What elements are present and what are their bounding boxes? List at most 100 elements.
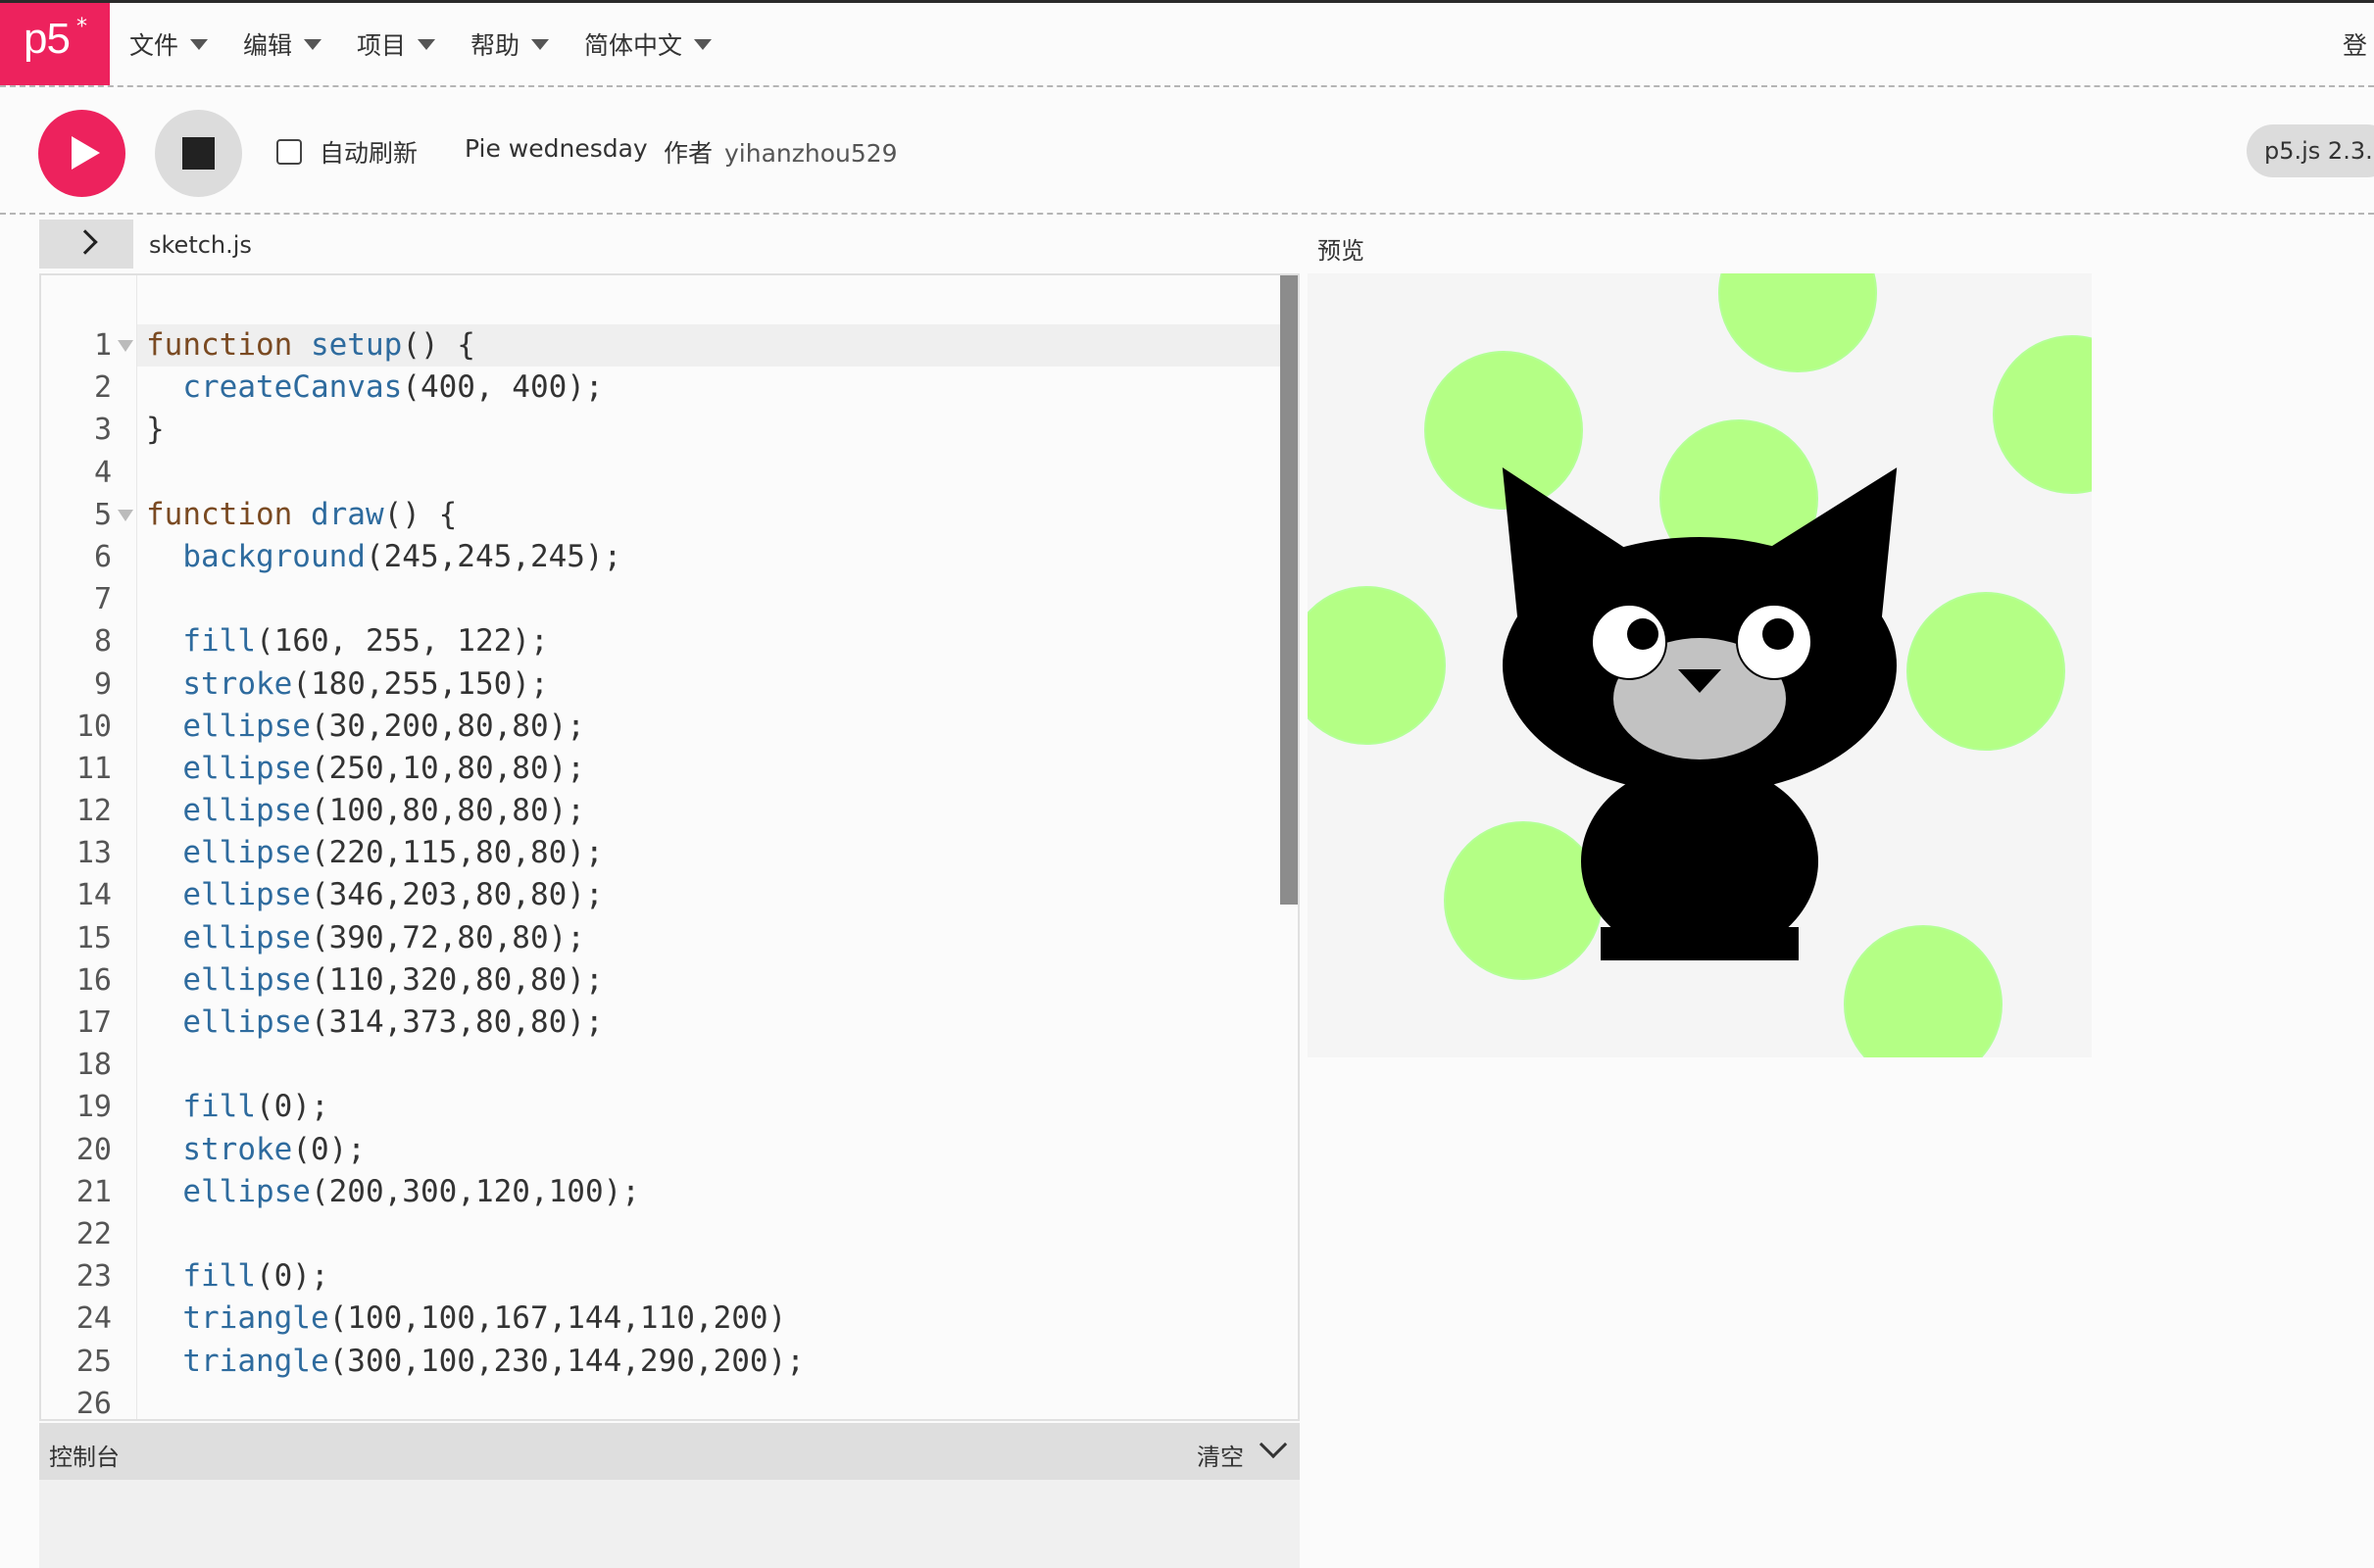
author-prefix: 作者	[664, 139, 714, 168]
code-line[interactable]: 10 ellipse(30,200,80,80);	[41, 706, 1286, 748]
code-text: ellipse(314,373,80,80);	[182, 1004, 604, 1040]
cat-right-pupil	[1762, 618, 1794, 650]
line-number: 18	[75, 1048, 112, 1083]
sketch-name[interactable]: Pie wednesday	[465, 134, 648, 163]
stop-button[interactable]	[155, 110, 242, 197]
code-line[interactable]: 4	[41, 452, 1286, 494]
caret-down-icon	[190, 38, 209, 50]
code-text: stroke(180,255,150);	[182, 665, 549, 702]
console-clear-button[interactable]: 清空	[1197, 1438, 1244, 1472]
code-line[interactable]: 17 ellipse(314,373,80,80);	[41, 1002, 1286, 1044]
file-tab[interactable]: sketch.js	[149, 231, 252, 259]
author-link[interactable]: yihanzhou529	[724, 139, 898, 168]
code-line[interactable]: 5 function draw() {	[41, 494, 1286, 536]
chevron-right-icon	[73, 229, 98, 255]
line-number: 8	[93, 624, 112, 660]
code-line[interactable]: 6 background(245,245,245);	[41, 536, 1286, 578]
code-lines[interactable]: 1 function setup() { 2 createCanvas(400, 4…	[41, 324, 1286, 1419]
line-number: 16	[75, 962, 112, 998]
line-number: 4	[93, 455, 112, 490]
green-dot	[1444, 821, 1603, 980]
code-line[interactable]: 3}	[41, 409, 1286, 451]
fold-arrow-icon[interactable]	[118, 340, 133, 352]
line-number: 20	[75, 1132, 112, 1167]
line-number: 25	[75, 1344, 112, 1379]
line-number: 7	[93, 582, 112, 617]
menu-file[interactable]: 文件	[129, 3, 209, 85]
code-text: ellipse(250,10,80,80);	[182, 750, 585, 786]
code-editor[interactable]: 1 function setup() { 2 createCanvas(400, 4…	[39, 273, 1300, 1421]
logo-star: *	[76, 15, 87, 39]
toolbar: 自动刷新 Pie wednesday 作者 yihanzhou529 p5.js …	[0, 87, 2374, 215]
code-line[interactable]: 25 triangle(300,100,230,144,290,200);	[41, 1341, 1286, 1383]
fold-arrow-icon[interactable]	[118, 509, 133, 521]
code-text: createCanvas(400, 400);	[182, 369, 604, 406]
code-line[interactable]: 1 function setup() {	[41, 324, 1286, 367]
line-number: 13	[75, 836, 112, 871]
console-title: 控制台	[49, 1444, 120, 1471]
caret-down-icon	[304, 38, 322, 50]
cat-base	[1601, 927, 1799, 960]
code-line[interactable]: 9 stroke(180,255,150);	[41, 663, 1286, 706]
menu-project-label: 项目	[357, 31, 407, 60]
p5-logo[interactable]: p5 *	[0, 3, 110, 85]
auto-refresh-checkbox[interactable]	[276, 139, 302, 165]
code-text: fill(0);	[182, 1258, 329, 1295]
code-text: }	[146, 412, 165, 448]
login-label: 登	[2343, 31, 2368, 60]
code-line[interactable]: 21 ellipse(200,300,120,100);	[41, 1171, 1286, 1213]
menu-language-label: 简体中文	[584, 31, 683, 60]
line-number: 2	[93, 370, 112, 406]
code-line[interactable]: 26	[41, 1383, 1286, 1419]
chevron-down-icon[interactable]	[1259, 1430, 1288, 1459]
code-line[interactable]: 24 triangle(100,100,167,144,110,200)	[41, 1298, 1286, 1340]
code-line[interactable]: 16 ellipse(110,320,80,80);	[41, 959, 1286, 1002]
sketch-author: 作者 yihanzhou529	[664, 134, 898, 170]
caret-down-icon	[531, 38, 550, 50]
code-text: triangle(100,100,167,144,110,200)	[182, 1300, 787, 1337]
code-line[interactable]: 18	[41, 1044, 1286, 1086]
code-line[interactable]: 11 ellipse(250,10,80,80);	[41, 748, 1286, 790]
menu-language[interactable]: 简体中文	[584, 3, 713, 85]
version-badge[interactable]: p5.js 2.3.1	[2247, 124, 2374, 177]
line-number: 17	[75, 1005, 112, 1040]
code-line[interactable]: 7	[41, 578, 1286, 620]
menu-edit[interactable]: 编辑	[243, 3, 322, 85]
menu-file-label: 文件	[129, 31, 179, 60]
code-line[interactable]: 22	[41, 1213, 1286, 1255]
sketch-canvas	[1308, 273, 2092, 1057]
code-line[interactable]: 20 stroke(0);	[41, 1129, 1286, 1171]
code-line[interactable]: 14 ellipse(346,203,80,80);	[41, 874, 1286, 916]
code-line[interactable]: 15 ellipse(390,72,80,80);	[41, 917, 1286, 959]
preview-canvas[interactable]	[1308, 273, 2092, 1057]
line-number: 23	[75, 1259, 112, 1295]
top-menu-bar: p5 * 文件 编辑 项目 帮助 简体中文 登	[0, 3, 2374, 87]
code-text: ellipse(110,320,80,80);	[182, 961, 604, 998]
auto-refresh-label: 自动刷新	[320, 139, 419, 168]
menu-project[interactable]: 项目	[357, 3, 436, 85]
code-line[interactable]: 23 fill(0);	[41, 1255, 1286, 1298]
menu-help[interactable]: 帮助	[470, 3, 550, 85]
line-number: 10	[75, 709, 112, 744]
menu-help-label: 帮助	[470, 31, 520, 60]
code-text: ellipse(200,300,120,100);	[182, 1173, 640, 1209]
play-icon	[72, 136, 100, 170]
sidebar-toggle-button[interactable]	[39, 220, 133, 269]
line-number: 15	[75, 920, 112, 956]
code-line[interactable]: 8 fill(160, 255, 122);	[41, 620, 1286, 662]
code-line[interactable]: 19 fill(0);	[41, 1086, 1286, 1128]
login-link[interactable]: 登	[2343, 3, 2367, 85]
console-output	[39, 1480, 1300, 1568]
auto-refresh-toggle[interactable]: 自动刷新	[276, 134, 418, 170]
code-line[interactable]: 2 createCanvas(400, 400);	[41, 367, 1286, 409]
code-text: function setup() {	[146, 327, 475, 363]
code-line[interactable]: 13 ellipse(220,115,80,80);	[41, 832, 1286, 874]
line-number: 22	[75, 1216, 112, 1251]
caret-down-icon	[418, 38, 436, 50]
play-button[interactable]	[38, 110, 125, 197]
editor-scrollbar[interactable]	[1280, 275, 1298, 905]
code-line[interactable]: 12 ellipse(100,80,80,80);	[41, 790, 1286, 832]
line-number: 24	[75, 1301, 112, 1337]
line-number: 1	[93, 328, 112, 363]
line-number: 14	[75, 878, 112, 913]
